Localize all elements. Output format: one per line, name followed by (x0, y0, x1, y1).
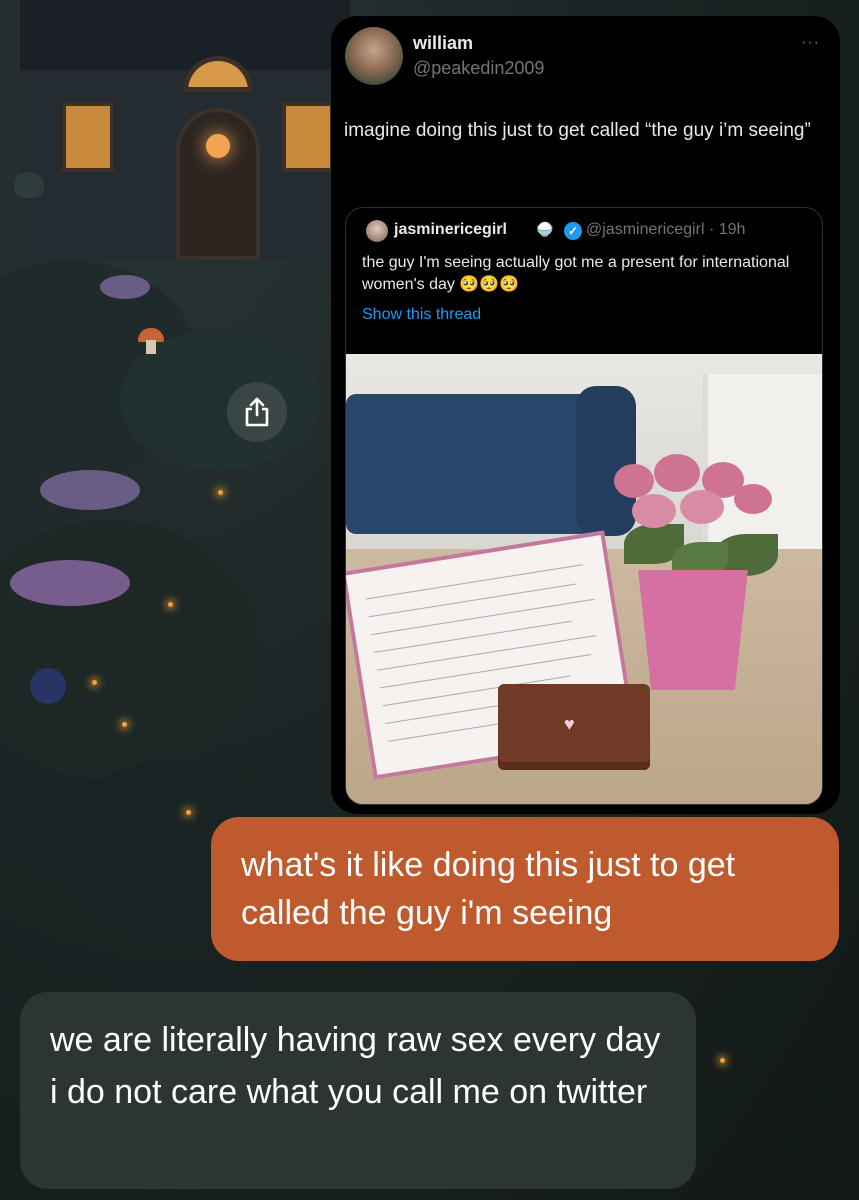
quoted-tweet: jasminericegirl 🍚 ✓ @jasminericegirl · 1… (345, 207, 823, 805)
more-options-icon: ··· (801, 34, 820, 51)
quoted-text-body: the guy I'm seeing actually got me a pre… (362, 254, 790, 293)
pleading-face-emojis: 🥺🥺🥺 (459, 276, 520, 293)
tweet-photo: ♥ (346, 354, 822, 804)
quoted-author-avatar (366, 220, 388, 242)
show-thread-link: Show this thread (362, 306, 482, 323)
incoming-message-bubble[interactable]: we are literally having raw sex every da… (20, 992, 696, 1189)
flower-pot (638, 570, 748, 690)
quoted-tweet-text: the guy I'm seeing actually got me a pre… (362, 252, 802, 296)
verified-badge-icon: ✓ (564, 222, 582, 240)
tweet-screenshot[interactable]: william @peakedin2009 ··· imagine doing … (331, 16, 840, 814)
wallpaper-owl (14, 172, 44, 198)
outgoing-message-text: what's it like doing this just to get ca… (241, 846, 736, 932)
author-handle: @peakedin2009 (413, 58, 545, 78)
outgoing-message-bubble[interactable]: what's it like doing this just to get ca… (211, 817, 839, 961)
share-icon (245, 397, 269, 427)
wooden-box: ♥ (498, 684, 650, 770)
quoted-handle-time: @jasminericegirl · 19h (586, 221, 746, 238)
wallpaper-house (20, 0, 350, 260)
quoted-author-name: jasminericegirl (394, 221, 507, 238)
share-button[interactable] (227, 382, 287, 442)
tweet-text: imagine doing this just to get called “t… (344, 120, 811, 141)
author-name: william (413, 33, 474, 53)
incoming-message-text: we are literally having raw sex every da… (50, 1021, 661, 1111)
rice-bowl-emoji: 🍚 (536, 221, 554, 237)
author-avatar (345, 27, 403, 85)
heart-icon: ♥ (564, 714, 575, 734)
